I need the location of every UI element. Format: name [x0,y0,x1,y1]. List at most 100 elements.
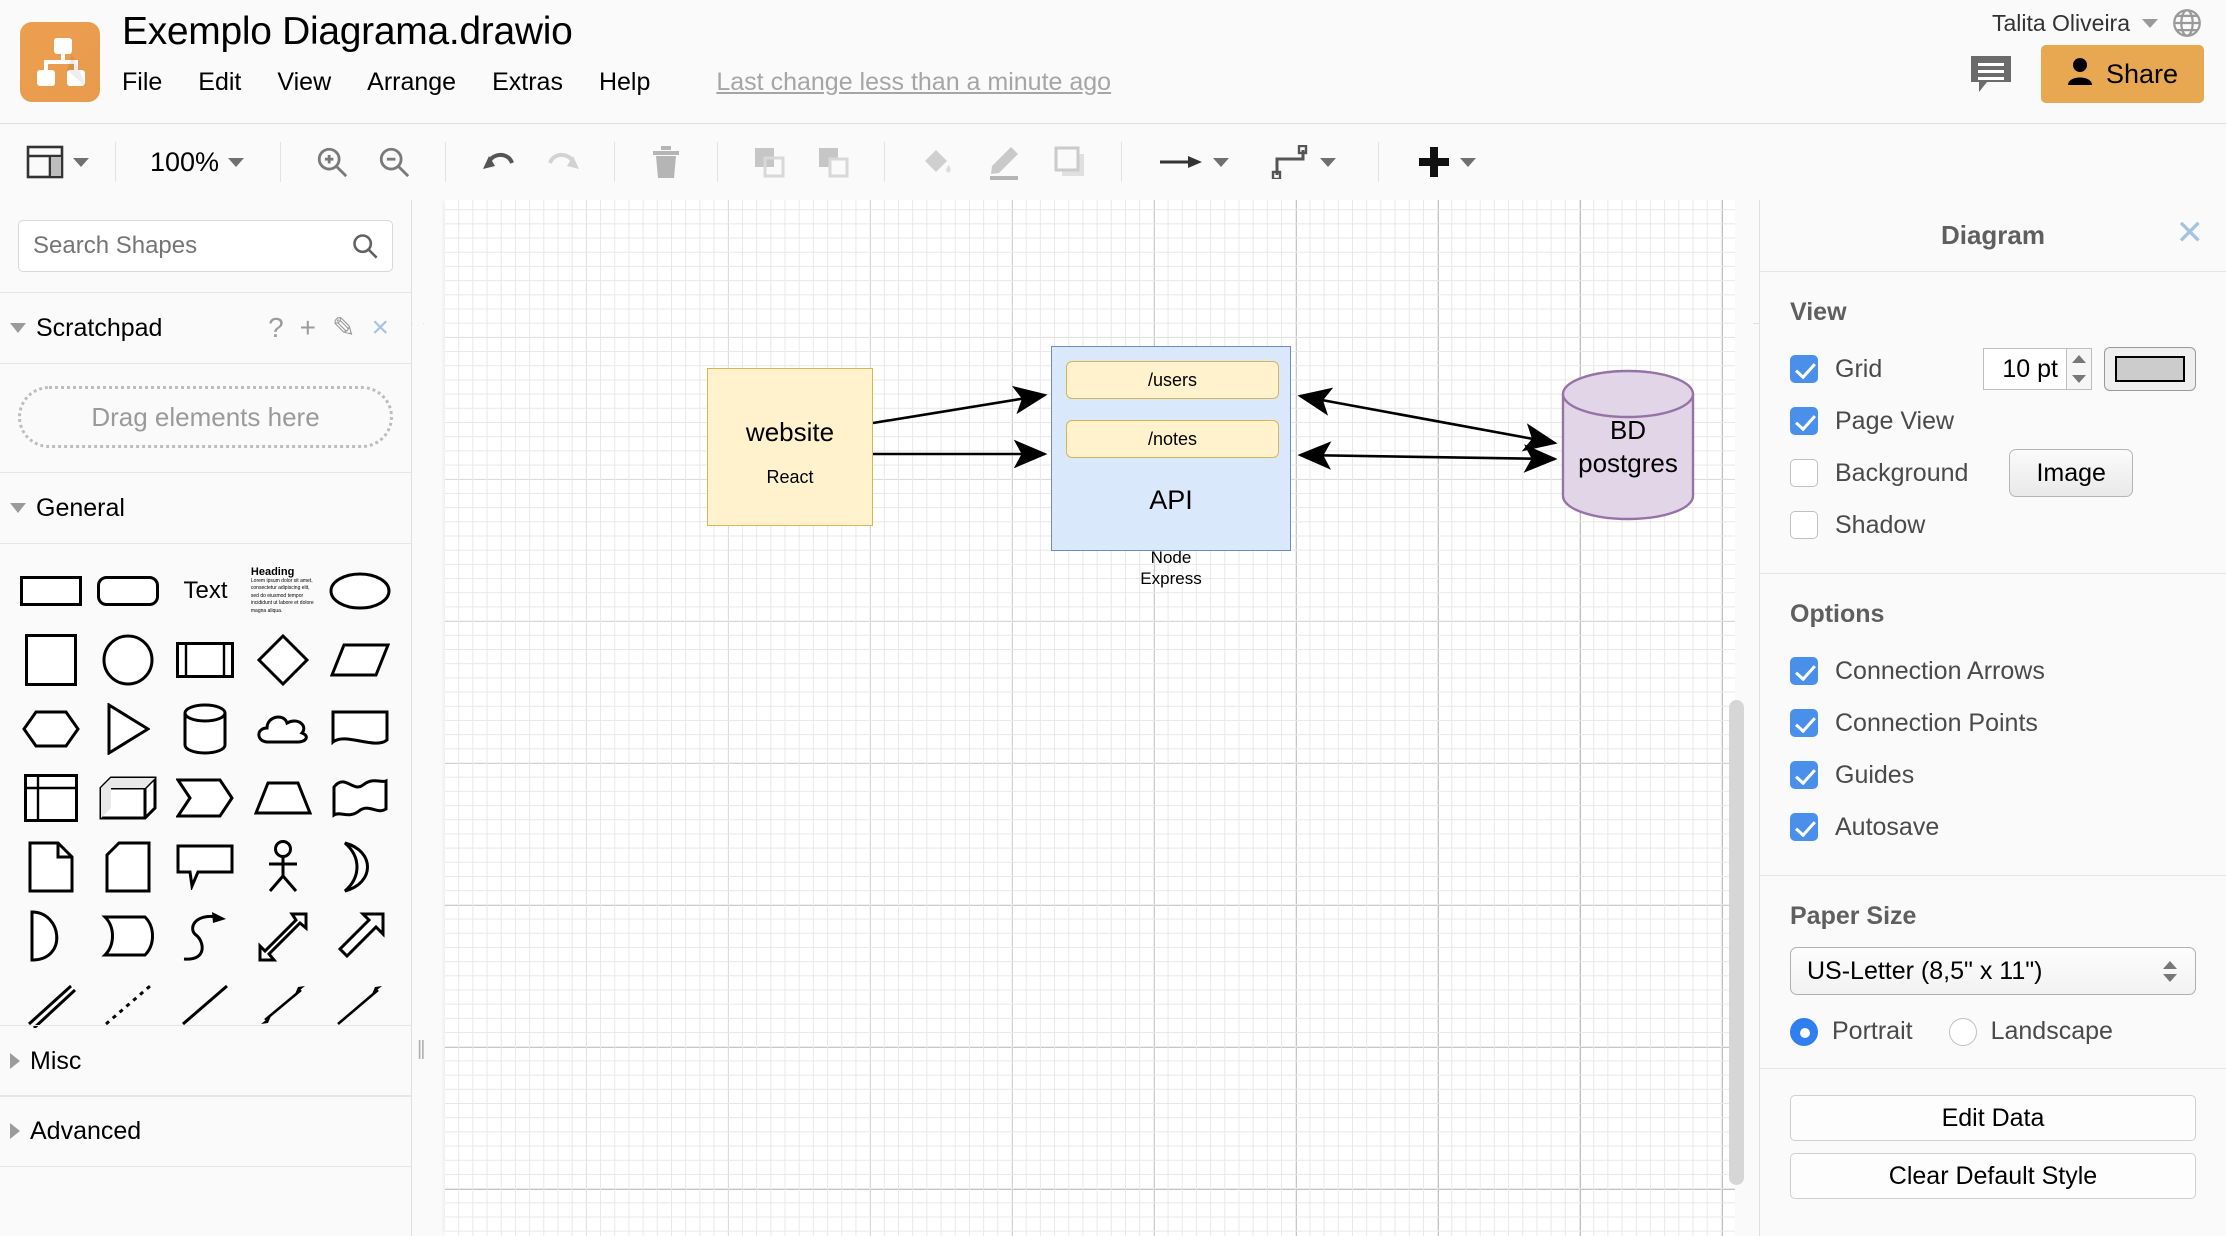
cylinder-shape[interactable] [167,694,244,763]
insert-caret-icon[interactable] [1460,157,1477,167]
callout-shape[interactable] [167,832,244,901]
send-to-back-icon[interactable] [816,145,850,179]
text-shape[interactable]: Text [167,556,244,625]
add-icon[interactable]: + [300,314,316,342]
last-change-link[interactable]: Last change less than a minute ago [716,68,1111,97]
data-storage-shape[interactable] [89,901,166,970]
stepper-up-icon[interactable] [2072,355,2086,363]
arrow-caret-icon[interactable] [1213,157,1230,167]
document-shape[interactable] [322,694,399,763]
note-shape[interactable] [12,832,89,901]
sidebar-section-general[interactable]: General [0,472,411,544]
background-image-button[interactable]: Image [2009,449,2133,497]
scratchpad-dropzone[interactable]: Drag elements here [18,386,393,448]
portrait-radio[interactable] [1790,1017,1818,1046]
background-checkbox[interactable] [1790,459,1818,487]
page-view-checkbox[interactable] [1790,407,1818,435]
search-icon[interactable] [351,232,379,260]
redo-icon[interactable] [546,147,582,177]
share-button[interactable]: Share [2040,45,2204,103]
connection-arrows-checkbox[interactable] [1790,657,1818,685]
card-shape[interactable] [89,832,166,901]
sidebar-splitter[interactable] [413,200,423,1236]
panel-layout-icon[interactable] [26,144,64,180]
paper-size-select[interactable]: US-Letter (8,5" x 11") [1790,947,2196,995]
cloud-shape[interactable] [244,694,321,763]
diagram-canvas[interactable]: website React /users /notes API Node Exp… [424,200,1753,1236]
undo-icon[interactable] [480,147,516,177]
menu-help[interactable]: Help [599,68,669,97]
actor-shape[interactable] [244,832,321,901]
sidebar-section-misc[interactable]: Misc [0,1025,411,1097]
canvas-vertical-scrollbar[interactable] [1729,700,1744,1185]
node-notes-endpoint[interactable]: /notes [1066,420,1279,458]
textbox-heading-shape[interactable]: Heading Lorem ipsum dolor sit amet, cons… [244,556,321,625]
fill-color-icon[interactable] [919,145,953,179]
process-shape[interactable] [167,625,244,694]
search-input[interactable] [18,220,393,272]
sidebar-section-advanced[interactable]: Advanced [0,1095,411,1167]
diamond-shape[interactable] [244,625,321,694]
arrow-style-icon[interactable] [1158,152,1204,172]
menu-extras[interactable]: Extras [492,68,582,97]
tape-shape[interactable] [322,763,399,832]
comment-icon[interactable] [1969,54,2013,94]
guides-checkbox[interactable] [1790,761,1818,789]
circle-shape[interactable] [89,625,166,694]
layout-caret-icon[interactable] [73,157,89,167]
sidebar-section-scratchpad[interactable]: Scratchpad ? + ✎ × [0,292,411,364]
and-shape[interactable] [12,901,89,970]
zoom-caret-icon[interactable] [228,157,245,167]
zoom-out-icon[interactable] [377,145,411,179]
line-color-icon[interactable] [985,144,1021,180]
or-shape[interactable] [322,832,399,901]
canvas-page[interactable]: website React /users /notes API Node Exp… [445,200,1735,1236]
bidirectional-arrow-shape[interactable] [244,901,321,970]
triangle-shape[interactable] [89,694,166,763]
chevron-down-icon[interactable] [2142,18,2158,28]
shadow-checkbox[interactable] [1790,511,1818,539]
trash-icon[interactable] [651,145,681,179]
node-api[interactable]: /users /notes API Node Express [1051,346,1291,588]
square-shape[interactable] [12,625,89,694]
grid-color-swatch[interactable] [2104,347,2196,391]
menu-file[interactable]: File [122,68,181,97]
globe-icon[interactable] [2170,6,2204,40]
zoom-level-label[interactable]: 100% [150,147,219,178]
trapezoid-shape[interactable] [244,763,321,832]
menu-edit[interactable]: Edit [198,68,260,97]
step-shape[interactable] [167,763,244,832]
bring-to-front-icon[interactable] [752,145,786,179]
rectangle-shape[interactable] [12,556,89,625]
splitter-grip-icon[interactable]: || [417,1038,426,1061]
cube-shape[interactable] [89,763,166,832]
grid-size-stepper[interactable] [2067,348,2092,390]
waypoint-caret-icon[interactable] [1320,157,1337,167]
shadow-icon[interactable] [1053,145,1087,179]
menu-view[interactable]: View [277,68,350,97]
plus-icon[interactable] [1417,145,1451,179]
edit-data-button[interactable]: Edit Data [1790,1095,2196,1141]
node-database[interactable]: BD postgres [1561,369,1695,521]
node-website[interactable]: website React [707,368,873,526]
parallelogram-shape[interactable] [322,625,399,694]
curve-shape[interactable] [167,901,244,970]
grid-checkbox[interactable] [1790,355,1818,383]
arrow-shape[interactable] [322,901,399,970]
close-icon[interactable]: × [371,313,389,343]
close-icon[interactable]: ✕ [2176,216,2205,250]
landscape-radio[interactable] [1948,1017,1977,1046]
drawio-tree-logo[interactable] [20,22,100,102]
help-icon[interactable]: ? [268,314,284,342]
clear-default-style-button[interactable]: Clear Default Style [1790,1153,2196,1199]
rounded-rectangle-shape[interactable] [89,556,166,625]
edit-pencil-icon[interactable]: ✎ [332,314,355,342]
hexagon-shape[interactable] [12,694,89,763]
stepper-down-icon[interactable] [2072,375,2086,383]
waypoint-style-icon[interactable] [1271,145,1311,179]
connection-points-checkbox[interactable] [1790,709,1818,737]
zoom-in-icon[interactable] [315,145,349,179]
node-users-endpoint[interactable]: /users [1066,361,1279,399]
menu-arrange[interactable]: Arrange [367,68,475,97]
ellipse-shape[interactable] [322,556,399,625]
